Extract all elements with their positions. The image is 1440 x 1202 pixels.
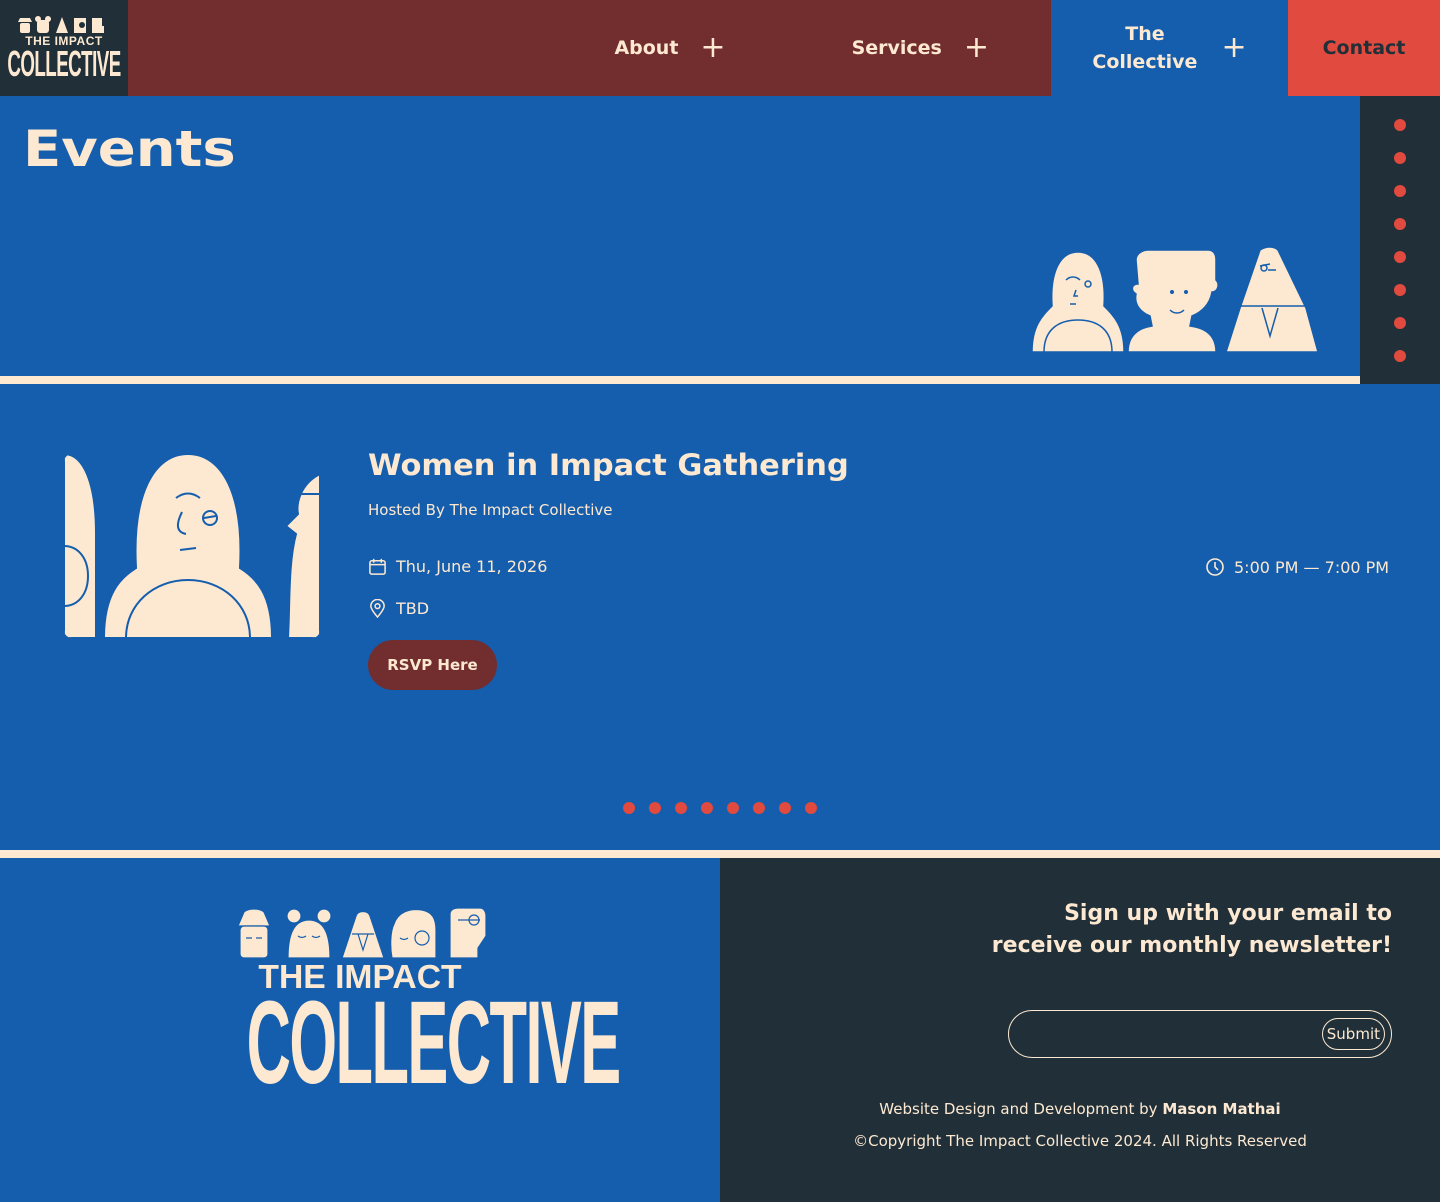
main-nav: About + Services + bbox=[128, 0, 1051, 96]
newsletter-form: Submit bbox=[1008, 1010, 1392, 1058]
section-divider bbox=[0, 850, 1440, 858]
logo-faces-icon bbox=[16, 15, 112, 34]
nav-services-label: Services bbox=[851, 37, 942, 59]
header-logo[interactable]: THE IMPACT COLLECTIVE bbox=[0, 0, 128, 96]
newsletter-heading: Sign up with your email to receive our m… bbox=[972, 898, 1392, 962]
nav-contact[interactable]: Contact bbox=[1288, 0, 1440, 96]
side-nav-dot[interactable] bbox=[1394, 119, 1406, 131]
copyright-text: ©Copyright The Impact Collective 2024. A… bbox=[853, 1132, 1307, 1150]
pager-dot[interactable] bbox=[675, 802, 687, 814]
side-nav-dot[interactable] bbox=[1394, 152, 1406, 164]
plus-icon[interactable]: + bbox=[700, 33, 725, 63]
footer-logo[interactable]: THE IMPACT COLLECTIVE bbox=[232, 908, 621, 1102]
event-date: Thu, June 11, 2026 bbox=[368, 557, 547, 576]
nav-about-label: About bbox=[614, 37, 679, 59]
event-time: 5:00 PM — 7:00 PM bbox=[1205, 557, 1389, 577]
section-divider bbox=[0, 376, 1360, 384]
nav-the-collective[interactable]: The Collective + bbox=[1051, 0, 1288, 96]
email-input[interactable] bbox=[1027, 1021, 1317, 1047]
pager-dot[interactable] bbox=[753, 802, 765, 814]
carousel-pager bbox=[623, 802, 817, 814]
calendar-icon bbox=[369, 558, 386, 575]
nav-collective-label: The Collective bbox=[1092, 20, 1197, 76]
nav-about[interactable]: About + bbox=[614, 33, 725, 63]
nav-collective-line2: Collective bbox=[1092, 51, 1198, 73]
logo-faces-icon bbox=[237, 908, 487, 959]
event-card: Women in Impact Gathering Hosted By The … bbox=[0, 384, 1440, 850]
footer-logo-text-bottom: COLLECTIVE bbox=[246, 977, 622, 1109]
side-nav-dot[interactable] bbox=[1394, 185, 1406, 197]
submit-button[interactable]: Submit bbox=[1321, 1018, 1385, 1050]
nav-services[interactable]: Services + bbox=[852, 33, 989, 63]
side-nav-dot[interactable] bbox=[1394, 350, 1406, 362]
plus-icon[interactable]: + bbox=[964, 33, 989, 63]
footer-brand: THE IMPACT COLLECTIVE bbox=[0, 858, 720, 1202]
pager-dot[interactable] bbox=[649, 802, 661, 814]
nav-collective-line1: The bbox=[1125, 23, 1165, 45]
side-nav-dot[interactable] bbox=[1394, 251, 1406, 263]
logo-text-bottom: COLLECTIVE bbox=[7, 42, 121, 84]
section-side-nav bbox=[1360, 96, 1440, 384]
page-title: Events bbox=[23, 120, 236, 178]
event-host: Hosted By The Impact Collective bbox=[368, 501, 613, 519]
event-illustration-icon bbox=[64, 454, 320, 638]
people-illustration-icon bbox=[1031, 246, 1319, 352]
pager-dot[interactable] bbox=[701, 802, 713, 814]
pager-dot[interactable] bbox=[727, 802, 739, 814]
plus-icon[interactable]: + bbox=[1221, 33, 1246, 63]
side-nav-dot[interactable] bbox=[1394, 218, 1406, 230]
event-time-text: 5:00 PM — 7:00 PM bbox=[1234, 557, 1390, 577]
credit-author-link[interactable]: Mason Mathai bbox=[1162, 1100, 1280, 1118]
location-pin-icon bbox=[370, 599, 385, 618]
site-header: THE IMPACT COLLECTIVE About + Services +… bbox=[0, 0, 1440, 96]
rsvp-button[interactable]: RSVP Here bbox=[368, 640, 497, 690]
pager-dot[interactable] bbox=[805, 802, 817, 814]
credit-prefix: Website Design and Development by bbox=[879, 1100, 1163, 1118]
side-nav-dot[interactable] bbox=[1394, 317, 1406, 329]
event-title: Women in Impact Gathering bbox=[368, 448, 849, 482]
pager-dot[interactable] bbox=[779, 802, 791, 814]
event-location-text: TBD bbox=[396, 599, 430, 618]
side-nav-dot[interactable] bbox=[1394, 284, 1406, 296]
newsletter-line2: receive our monthly newsletter! bbox=[991, 933, 1392, 958]
newsletter-line1: Sign up with your email to bbox=[1064, 901, 1392, 926]
clock-icon bbox=[1206, 558, 1224, 576]
event-date-text: Thu, June 11, 2026 bbox=[396, 557, 548, 576]
event-location: TBD bbox=[368, 599, 429, 618]
footer-newsletter: Sign up with your email to receive our m… bbox=[720, 858, 1440, 1202]
site-credit: Website Design and Development by Mason … bbox=[720, 1100, 1440, 1118]
events-hero: Events bbox=[0, 96, 1360, 376]
pager-dot[interactable] bbox=[623, 802, 635, 814]
